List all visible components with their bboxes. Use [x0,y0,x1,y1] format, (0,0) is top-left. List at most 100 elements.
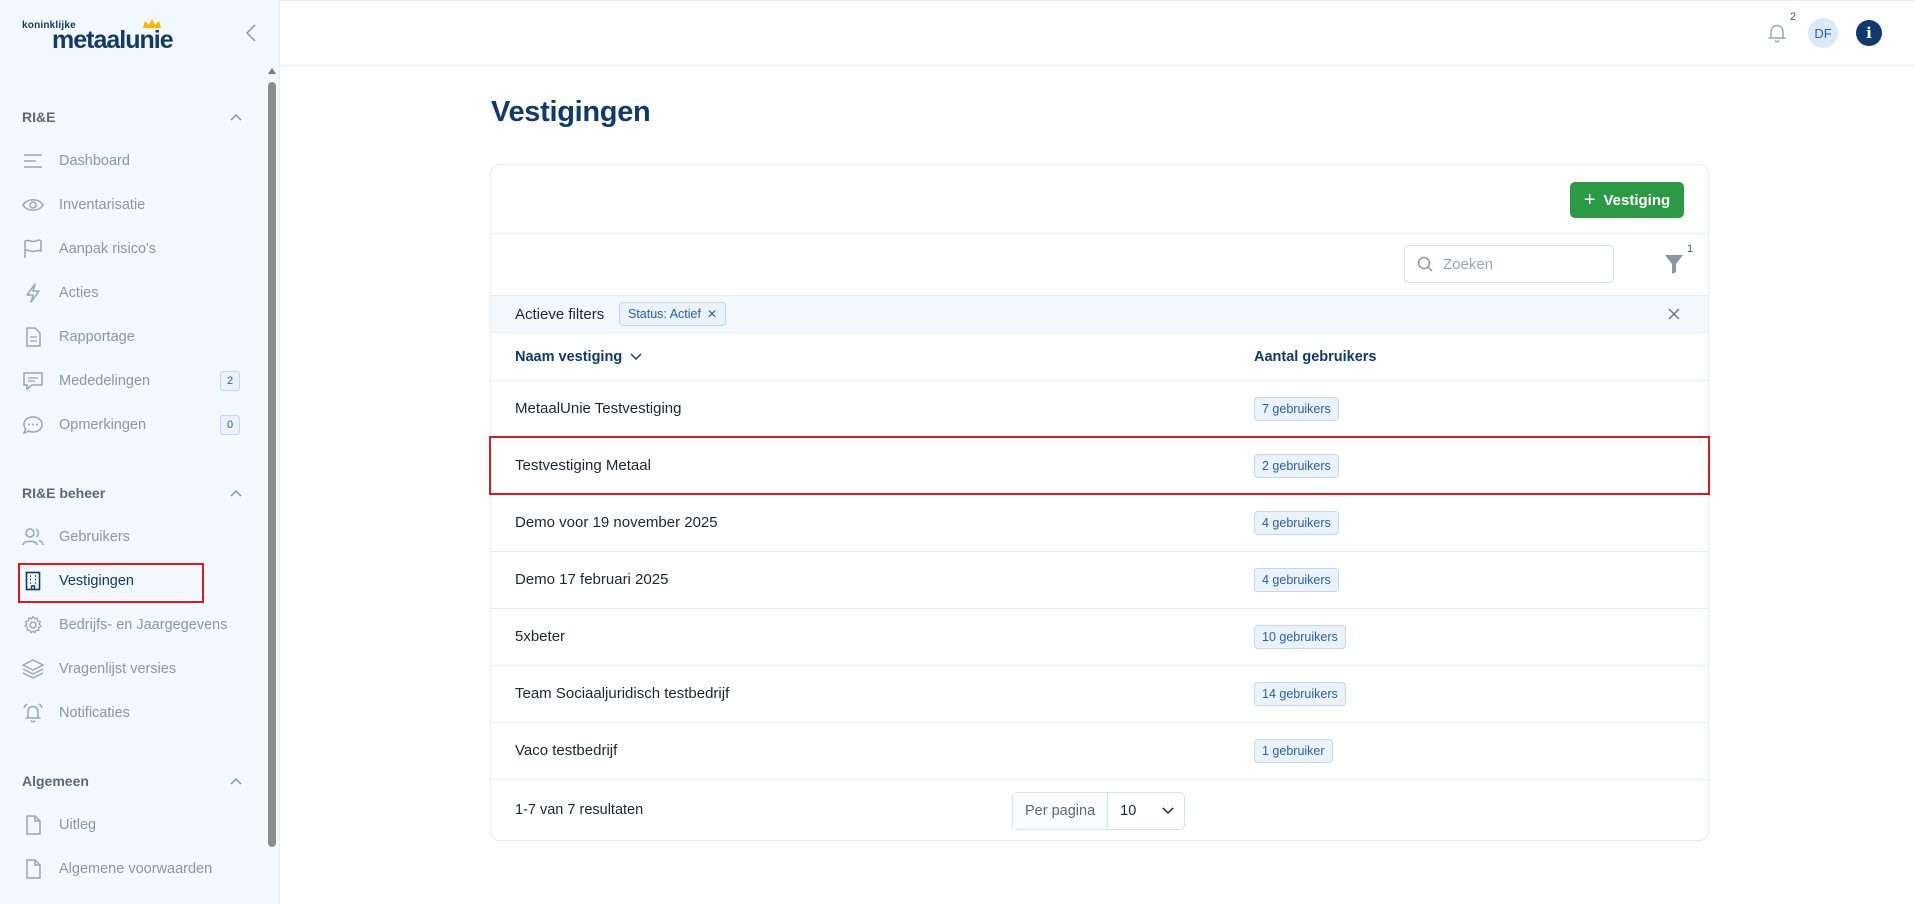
users-count-badge: 1 gebruiker [1254,739,1333,763]
filter-chip-status[interactable]: Status: Actief ✕ [619,302,727,326]
sidebar-item-label: Vestigingen [59,573,134,589]
sidebar-item-rapportage[interactable]: Rapportage [18,319,242,355]
sidebar-item-vragenlijst-versies[interactable]: Vragenlijst versies [18,651,242,687]
sidebar-item-notificaties[interactable]: Notificaties [18,695,242,731]
file-icon [26,859,41,879]
search-box[interactable] [1404,245,1614,283]
sidebar-item-acties[interactable]: Acties [18,275,242,311]
users-icon [22,528,44,546]
chevron-up-icon [230,113,242,121]
sidebar: koninklijke metaalunie RI&E Dashboard In… [0,0,280,904]
filter-chip-label: Status: Actief [628,307,701,321]
sidebar-item-aanpak-risicos[interactable]: Aanpak risico's [18,231,242,267]
sidebar-item-label: Notificaties [59,705,130,721]
section-title: RI&E [22,109,56,125]
count-badge: 0 [220,415,240,435]
sidebar-item-label: Aanpak risico's [59,241,157,257]
sidebar-item-label: Vragenlijst versies [59,661,177,677]
sidebar-item-label: Acties [59,285,99,301]
notification-bell-icon[interactable] [1765,21,1789,45]
count-badge: 2 [220,371,240,391]
vestiging-name: Vaco testbedrijf [515,742,618,759]
users-count-badge: 4 gebruikers [1254,568,1339,592]
sidebar-item-mededelingen[interactable]: Mededelingen 2 [18,363,242,399]
add-vestiging-button[interactable]: + Vestiging [1570,182,1684,218]
plus-icon: + [1583,189,1596,211]
collapse-sidebar-button[interactable] [242,22,260,44]
vestiging-name: Demo voor 19 november 2025 [515,514,718,531]
sidebar-item-opmerkingen[interactable]: Opmerkingen 0 [18,407,242,443]
sidebar-item-dashboard[interactable]: Dashboard [18,143,242,179]
sidebar-item-label: Mededelingen [59,373,151,389]
logo-big-text: metaalunie [52,26,174,54]
section-header-rie[interactable]: RI&E [22,107,242,127]
users-count-badge: 7 gebruikers [1254,397,1339,421]
section-title: RI&E beheer [22,485,106,501]
notification-count: 2 [1790,11,1797,23]
topbar [280,0,1915,66]
file-icon [26,815,41,835]
sidebar-item-label: Uitleg [59,817,97,833]
column-header-aantal: Aantal gebruikers [1254,349,1377,365]
table-row[interactable]: Demo 17 februari 2025 4 gebruikers [491,552,1708,609]
user-avatar[interactable]: DF [1808,18,1838,48]
message-icon [23,372,43,391]
sidebar-item-inventarisatie[interactable]: Inventarisatie [18,187,242,223]
table-row[interactable]: Team Sociaaljuridisch testbedrijf 14 geb… [491,666,1708,723]
chevron-left-icon [246,24,256,42]
chevron-down-icon [630,353,642,360]
section-title: Algemeen [22,773,89,789]
users-count-badge: 10 gebruikers [1254,625,1346,649]
column-header-label: Aantal gebruikers [1254,349,1377,365]
clear-filters-icon[interactable] [1666,306,1682,322]
column-header-label: Naam vestiging [515,349,623,365]
sidebar-item-label: Bedrijfs- en Jaargegevens [59,617,228,633]
chevron-up-icon [230,489,242,497]
table-row[interactable]: MetaalUnie Testvestiging 7 gebruikers [491,381,1708,438]
building-icon [25,571,41,591]
table-header: Naam vestiging Aantal gebruikers [491,333,1708,381]
per-page-select[interactable]: Per pagina 10 [1012,792,1186,830]
sidebar-item-label: Rapportage [59,329,135,345]
vestiging-name: Team Sociaaljuridisch testbedrijf [515,685,730,702]
vestigingen-card: + Vestiging 1 Actieve filters Status: Ac… [490,164,1709,841]
add-button-label: Vestiging [1603,191,1671,209]
search-input[interactable] [1443,255,1593,273]
per-page-value: 10 [1120,803,1137,819]
table-row[interactable]: Vaco testbedrijf 1 gebruiker [491,723,1708,780]
active-filters-bar: Actieve filters Status: Actief ✕ [491,295,1708,333]
sidebar-item-label: Dashboard [59,153,130,169]
sidebar-item-label: Opmerkingen [59,417,147,433]
sidebar-item-gebruikers[interactable]: Gebruikers [18,519,242,555]
layers-icon [22,659,44,679]
remove-filter-icon[interactable]: ✕ [707,307,717,321]
scrollbar-up-arrow[interactable] [268,68,276,74]
sidebar-item-label: Inventarisatie [59,197,146,213]
section-header-rie-beheer[interactable]: RI&E beheer [22,483,242,503]
vestiging-name: Demo 17 februari 2025 [515,571,669,588]
section-header-algemeen[interactable]: Algemeen [22,771,242,791]
chevron-down-icon [1162,807,1174,815]
sidebar-item-uitleg[interactable]: Uitleg [18,807,242,843]
users-count-badge: 14 gebruikers [1254,682,1346,706]
sidebar-item-label: Algemene voorwaarden [59,861,213,877]
filter-icon[interactable] [1664,253,1684,275]
table-row[interactable]: 5xbeter 10 gebruikers [491,609,1708,666]
per-page-dropdown[interactable]: 10 [1108,793,1184,829]
eye-icon [22,199,44,211]
sidebar-item-bedrijfs-jaargegevens[interactable]: Bedrijfs- en Jaargegevens [18,607,242,643]
lightning-icon [26,283,40,303]
table-row[interactable]: Demo voor 19 november 2025 4 gebruikers [491,495,1708,552]
column-header-naam[interactable]: Naam vestiging [515,349,642,365]
sidebar-item-vestigingen[interactable]: Vestigingen [18,563,242,599]
gear-icon [24,615,42,634]
chevron-up-icon [230,777,242,785]
table-row[interactable]: Testvestiging Metaal 2 gebruikers [491,438,1708,495]
metaalunie-logo[interactable]: koninklijke metaalunie [22,19,174,54]
sidebar-item-algemene-voorwaarden[interactable]: Algemene voorwaarden [18,851,242,887]
crown-icon [143,19,161,28]
bell-ring-icon [23,703,43,723]
users-count-badge: 2 gebruikers [1254,454,1339,478]
info-button[interactable]: i [1856,20,1882,46]
sidebar-scrollbar[interactable] [268,82,276,847]
